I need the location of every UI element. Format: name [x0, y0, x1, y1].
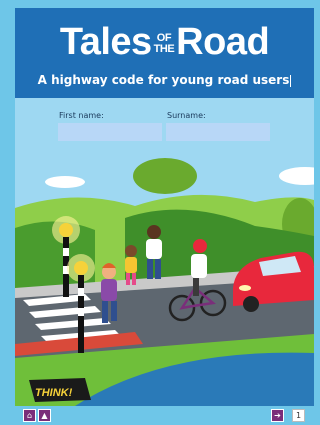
- home-button[interactable]: ⌂: [23, 409, 36, 422]
- text-caret: [290, 74, 292, 87]
- road-scene-illustration: THINK!: [15, 148, 314, 406]
- title-the: THE: [153, 42, 175, 55]
- car-button[interactable]: ▲: [38, 409, 51, 422]
- title-part-1: Tales: [59, 21, 152, 63]
- book-subtitle: A highway code for young road users: [15, 72, 314, 88]
- tree: [133, 158, 197, 194]
- next-arrow-icon: ➔: [274, 411, 281, 420]
- page-number-box[interactable]: 1: [292, 409, 305, 422]
- car-icon: ▲: [41, 411, 48, 420]
- surname-label: Surname:: [167, 111, 206, 120]
- first-name-input[interactable]: [58, 123, 162, 141]
- next-page-button[interactable]: ➔: [271, 409, 284, 422]
- header: Tales OF THERoad A highway code for young …: [15, 8, 314, 98]
- think-road-sign: THINK!: [29, 378, 91, 402]
- home-icon: ⌂: [26, 411, 33, 420]
- name-form: First name: Surname:: [15, 98, 314, 148]
- subtitle-text: A highway code for young road users: [37, 73, 290, 87]
- title-of-the: OF THE: [153, 32, 175, 55]
- first-name-label: First name:: [59, 111, 104, 120]
- cover-page: Tales OF THERoad A highway code for young …: [15, 8, 314, 406]
- app-frame: Tales OF THERoad A highway code for young …: [0, 0, 320, 425]
- title-part-2: Road: [176, 21, 270, 63]
- page-number: 1: [295, 411, 302, 420]
- surname-input[interactable]: [166, 123, 270, 141]
- think-sign-text: THINK!: [35, 387, 73, 399]
- cloud: [45, 176, 85, 188]
- book-title: Tales OF THERoad: [15, 22, 314, 62]
